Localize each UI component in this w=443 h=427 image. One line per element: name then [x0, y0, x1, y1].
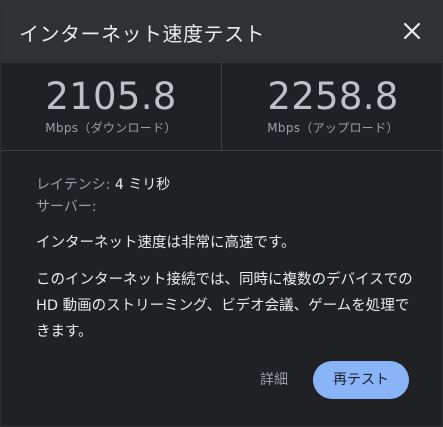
dialog-header: インターネット速度テスト: [1, 1, 443, 63]
upload-result: 2258.8 Mbps（アップロード）: [222, 63, 443, 151]
speed-summary: インターネット速度は非常に高速です。: [36, 235, 296, 251]
latency-value: 4 ミリ秒: [114, 177, 171, 193]
dialog-title: インターネット速度テスト: [19, 22, 265, 46]
latency-label: レイテンシ:: [36, 177, 111, 193]
latency-row: レイテンシ: 4 ミリ秒: [36, 174, 170, 194]
speed-description: このインターネット接続では、同時に複数のデバイスでの HD 動画のストリーミング…: [36, 272, 413, 340]
download-speed-unit: Mbps（ダウンロード）: [45, 121, 177, 135]
server-row: サーバー:: [36, 196, 97, 216]
speed-test-dialog: インターネット速度テスト 2105.8 Mbps（ダウンロード） 2258.8 …: [0, 0, 443, 427]
upload-speed-unit: Mbps（アップロード）: [267, 121, 399, 135]
speed-results: 2105.8 Mbps（ダウンロード） 2258.8 Mbps（アップロード）: [1, 63, 443, 151]
close-icon: [403, 22, 421, 40]
download-result: 2105.8 Mbps（ダウンロード）: [1, 63, 222, 151]
download-speed-value: 2105.8: [45, 75, 177, 118]
close-button[interactable]: [397, 16, 427, 46]
details-button[interactable]: 詳細: [251, 367, 297, 393]
upload-speed-value: 2258.8: [267, 75, 399, 118]
server-label: サーバー:: [36, 199, 97, 215]
retest-button[interactable]: 再テスト: [313, 361, 409, 399]
